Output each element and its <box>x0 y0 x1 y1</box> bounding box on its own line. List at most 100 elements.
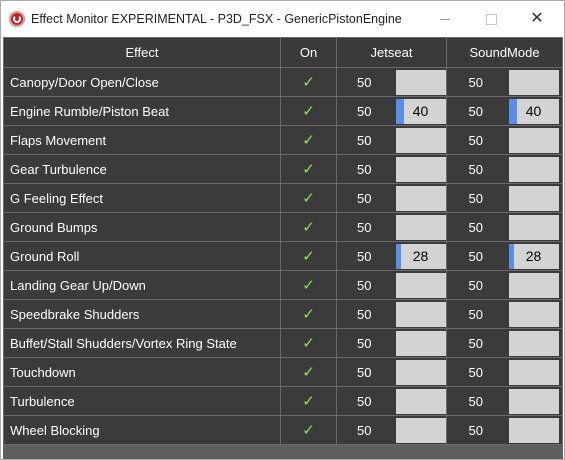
jetseat-level-cell <box>391 357 448 387</box>
jetseat-intensity-value[interactable]: 50 <box>336 241 392 271</box>
effect-name: Touchdown <box>3 357 281 387</box>
jetseat-level-bar <box>395 359 446 385</box>
table-row[interactable]: Ground Roll ✓ 50 28 50 28 <box>3 241 564 271</box>
soundmode-intensity-value[interactable]: 50 <box>446 241 505 271</box>
table-row[interactable]: Landing Gear Up/Down ✓ 50 50 <box>3 270 564 300</box>
soundmode-intensity-value[interactable]: 50 <box>446 96 505 126</box>
soundmode-level-bar <box>508 69 559 95</box>
jetseat-intensity-value[interactable]: 50 <box>336 183 392 213</box>
jetseat-intensity-value[interactable]: 50 <box>336 96 392 126</box>
close-button[interactable]: ✕ <box>514 1 560 37</box>
soundmode-level-cell <box>504 270 564 300</box>
jetseat-level-bar <box>395 185 446 211</box>
jetseat-intensity-value[interactable]: 50 <box>336 357 392 387</box>
enabled-checkmark-icon[interactable]: ✓ <box>280 270 337 300</box>
column-header-effect[interactable]: Effect <box>3 37 281 68</box>
enabled-checkmark-icon[interactable]: ✓ <box>280 125 337 155</box>
jetseat-level-cell <box>391 183 448 213</box>
soundmode-intensity-value[interactable]: 50 <box>446 386 505 416</box>
soundmode-level-cell <box>504 357 564 387</box>
soundmode-level-bar <box>508 272 559 298</box>
table-row[interactable]: Buffet/Stall Shudders/Vortex Ring State ✓… <box>3 328 564 358</box>
jetseat-intensity-value[interactable]: 50 <box>336 415 392 445</box>
jetseat-level-bar <box>395 127 446 153</box>
jetseat-level-bar <box>395 272 446 298</box>
jetseat-intensity-value[interactable]: 50 <box>336 67 392 97</box>
effects-grid: Effect On Jetseat SoundMode Canopy/Door … <box>3 37 564 459</box>
effect-name: G Feeling Effect <box>3 183 281 213</box>
soundmode-level-cell <box>504 299 564 329</box>
soundmode-level-bar: 40 <box>508 98 559 124</box>
enabled-checkmark-icon[interactable]: ✓ <box>280 357 337 387</box>
table-row[interactable]: Canopy/Door Open/Close ✓ 50 50 <box>3 67 564 97</box>
enabled-checkmark-icon[interactable]: ✓ <box>280 212 337 242</box>
soundmode-intensity-value[interactable]: 50 <box>446 357 505 387</box>
soundmode-intensity-value[interactable]: 50 <box>446 415 505 445</box>
table-row[interactable]: Wheel Blocking ✓ 50 50 <box>3 415 564 445</box>
minimize-button[interactable] <box>422 1 468 37</box>
enabled-checkmark-icon[interactable]: ✓ <box>280 96 337 126</box>
soundmode-level-bar: 28 <box>508 243 559 269</box>
table-row[interactable]: Gear Turbulence ✓ 50 50 <box>3 154 564 184</box>
enabled-checkmark-icon[interactable]: ✓ <box>280 386 337 416</box>
enabled-checkmark-icon[interactable]: ✓ <box>280 183 337 213</box>
effect-name: Wheel Blocking <box>3 415 281 445</box>
table-row[interactable]: Ground Bumps ✓ 50 50 <box>3 212 564 242</box>
soundmode-level-cell <box>504 415 564 445</box>
jetseat-intensity-value[interactable]: 50 <box>336 154 392 184</box>
jetseat-intensity-value[interactable]: 50 <box>336 386 392 416</box>
jetseat-intensity-value[interactable]: 50 <box>336 328 392 358</box>
enabled-checkmark-icon[interactable]: ✓ <box>280 241 337 271</box>
enabled-checkmark-icon[interactable]: ✓ <box>280 154 337 184</box>
table-row[interactable]: Flaps Movement ✓ 50 50 <box>3 125 564 155</box>
enabled-checkmark-icon[interactable]: ✓ <box>280 67 337 97</box>
soundmode-level-bar <box>508 388 559 414</box>
table-row[interactable]: Speedbrake Shudders ✓ 50 50 <box>3 299 564 329</box>
soundmode-level-cell <box>504 154 564 184</box>
column-header-on[interactable]: On <box>280 37 337 68</box>
effect-name: Gear Turbulence <box>3 154 281 184</box>
soundmode-intensity-value[interactable]: 50 <box>446 270 505 300</box>
table-row[interactable]: Engine Rumble/Piston Beat ✓ 50 40 50 40 <box>3 96 564 126</box>
table-row[interactable]: G Feeling Effect ✓ 50 50 <box>3 183 564 213</box>
soundmode-level-bar <box>508 156 559 182</box>
effect-name: Buffet/Stall Shudders/Vortex Ring State <box>3 328 281 358</box>
table-row[interactable]: Touchdown ✓ 50 50 <box>3 357 564 387</box>
soundmode-intensity-value[interactable]: 50 <box>446 67 505 97</box>
soundmode-level-cell <box>504 67 564 97</box>
jetseat-level-label: 28 <box>412 248 429 264</box>
enabled-checkmark-icon[interactable]: ✓ <box>280 415 337 445</box>
enabled-checkmark-icon[interactable]: ✓ <box>280 299 337 329</box>
table-row[interactable]: Turbulence ✓ 50 50 <box>3 386 564 416</box>
enabled-checkmark-icon[interactable]: ✓ <box>280 328 337 358</box>
jetseat-intensity-value[interactable]: 50 <box>336 270 392 300</box>
soundmode-level-bar <box>508 185 559 211</box>
column-header-jetseat[interactable]: Jetseat <box>335 37 448 68</box>
jetseat-level-cell <box>391 125 448 155</box>
jetseat-level-cell <box>391 212 448 242</box>
jetseat-level-cell <box>391 270 448 300</box>
soundmode-intensity-value[interactable]: 50 <box>446 212 505 242</box>
jetseat-level-cell <box>391 328 448 358</box>
jetseat-level-cell <box>391 299 448 329</box>
title-bar[interactable]: Effect Monitor EXPERIMENTAL - P3D_FSX - … <box>1 1 564 37</box>
effect-name: Ground Bumps <box>3 212 281 242</box>
effect-name: Speedbrake Shudders <box>3 299 281 329</box>
soundmode-intensity-value[interactable]: 50 <box>446 154 505 184</box>
jetseat-level-bar <box>395 330 446 356</box>
jetseat-level-bar: 40 <box>395 98 446 124</box>
effects-table-body: Canopy/Door Open/Close ✓ 50 50 Engine Rumble… <box>3 67 564 445</box>
soundmode-intensity-value[interactable]: 50 <box>446 183 505 213</box>
soundmode-intensity-value[interactable]: 50 <box>446 328 505 358</box>
soundmode-level-bar <box>508 330 559 356</box>
soundmode-intensity-value[interactable]: 50 <box>446 125 505 155</box>
soundmode-intensity-value[interactable]: 50 <box>446 299 505 329</box>
jetseat-level-bar <box>395 69 446 95</box>
soundmode-level-label: 40 <box>525 103 542 119</box>
maximize-button[interactable] <box>468 1 514 37</box>
column-header-soundmode[interactable]: SoundMode <box>446 37 564 68</box>
jetseat-intensity-value[interactable]: 50 <box>336 212 392 242</box>
jetseat-level-cell <box>391 386 448 416</box>
jetseat-intensity-value[interactable]: 50 <box>336 299 392 329</box>
jetseat-intensity-value[interactable]: 50 <box>336 125 392 155</box>
